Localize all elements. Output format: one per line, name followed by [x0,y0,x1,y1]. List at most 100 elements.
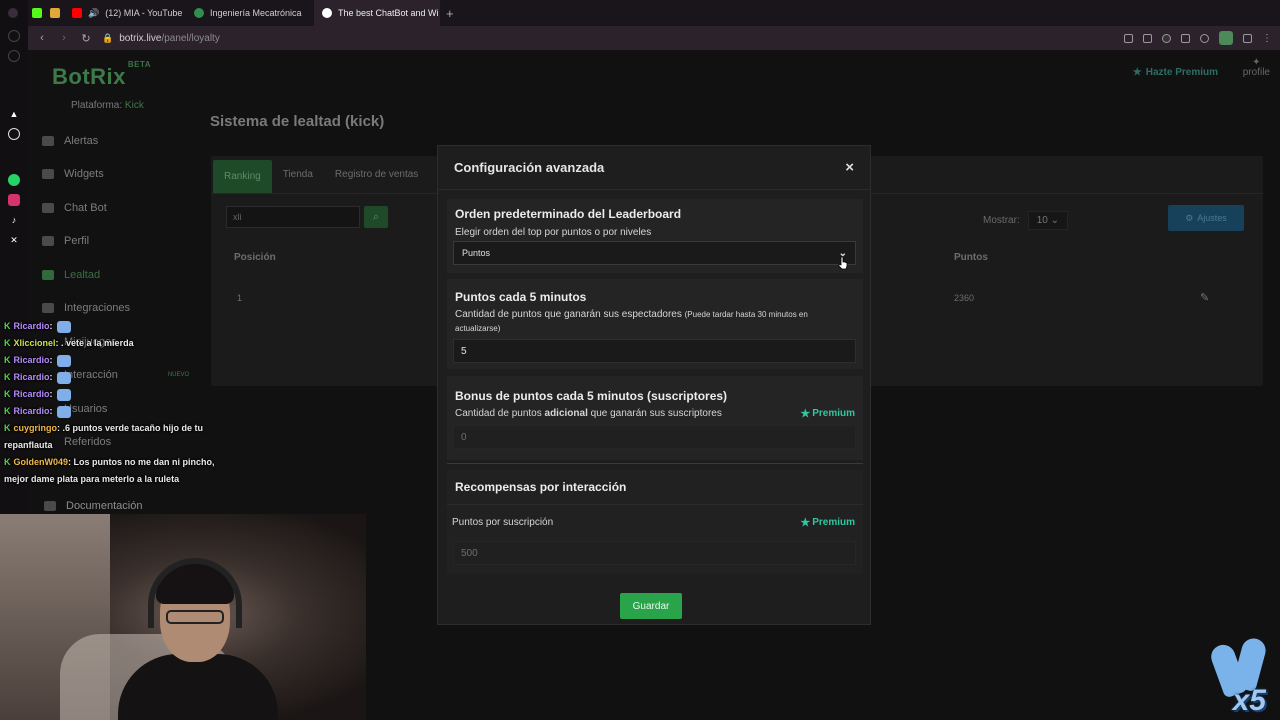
star-icon: ★ [800,408,811,420]
menu-icon[interactable]: ⋮ [1262,33,1272,44]
chat-message: K Ricardio: [0,369,226,386]
document-icon [44,501,56,511]
shield-icon[interactable] [1162,33,1171,43]
webcam-feed [0,514,366,720]
sidebar-item-perfil[interactable]: Perfil [40,225,200,259]
chat-username[interactable]: GoldenW049 [14,457,69,467]
emote-icon [56,388,71,401]
page-size-control: Mostrar: 10 ⌄ [983,211,1068,230]
tab-ingenieria[interactable]: Ingeniería Mecatrónica [186,0,314,26]
subscription-points-input[interactable]: 500 [453,541,856,565]
trophy-icon [42,269,54,280]
sidebar-item-lealtad[interactable]: Lealtad [40,258,200,292]
tab-registro-ventas[interactable]: Registro de ventas [324,156,429,193]
download-icon[interactable] [1243,33,1252,43]
kick-badge-icon: K [4,372,11,382]
profile-link[interactable]: ✦ profile [1243,58,1270,78]
address-bar[interactable]: 🔒 botrix.live/panel/loyalty [102,33,220,44]
heart-icon[interactable] [1200,33,1209,43]
modal-header: Configuración avanzada × [438,146,870,190]
kick-badge-icon: K [4,389,11,399]
speaker-icon[interactable]: 🔊 [88,8,99,19]
points-per-interval-section: Puntos cada 5 minutos Cantidad de puntos… [447,279,863,369]
sidebar-icon[interactable] [8,30,20,42]
globe-icon [194,8,204,18]
instagram-icon[interactable] [8,194,20,206]
chat-message: K Ricardio: [0,352,226,369]
chat-username[interactable]: Ricardio [14,389,50,399]
sidebar-icon[interactable] [8,50,20,62]
mouse-cursor-icon [838,256,848,270]
col-points: Puntos [954,252,988,263]
star-icon: ★ [800,517,811,529]
tab-botrix[interactable]: The best ChatBot and Wi [314,0,440,26]
leaderboard-order-select[interactable]: Puntos ⌄ [453,241,856,265]
reload-icon[interactable]: ↻ [80,32,92,45]
forward-icon[interactable]: › [58,32,70,44]
browser-menu[interactable] [0,0,28,26]
chat-username[interactable]: Ricardio [14,406,50,416]
url-path: /panel/loyalty [161,32,220,44]
cast-icon[interactable] [1181,33,1190,43]
sidebar-item-chatbot[interactable]: Chat Bot [40,191,200,225]
gear-icon: ⚙ [1185,212,1194,223]
close-icon[interactable]: × [845,159,854,176]
whatsapp-icon[interactable] [8,174,20,186]
chat-username[interactable]: cuygringo [14,423,58,433]
chat-username[interactable]: Xliccionel [14,338,56,348]
kick-badge-icon: K [4,355,11,365]
tiktok-icon[interactable]: ♪ [8,214,20,226]
back-icon[interactable]: ‹ [36,32,48,44]
premium-link[interactable]: ★ Hazte Premium [1133,67,1218,78]
integrations-icon [42,303,54,314]
bonus-input[interactable]: 0 [453,425,856,449]
page-size-select[interactable]: 10 ⌄ [1027,211,1068,230]
pinned-tab-icon [50,8,60,18]
x-icon[interactable]: ✕ [8,234,20,246]
profile-avatar-icon[interactable] [1219,31,1233,45]
sidebar-item-alertas[interactable]: Alertas [40,124,200,158]
points-title: Puntos cada 5 minutos [455,290,587,304]
bookmark-icon[interactable] [1124,33,1133,43]
points-input[interactable]: 5 [453,339,856,363]
screenshot-icon[interactable] [1143,33,1152,43]
chat-text: : [49,389,53,399]
chat-username[interactable]: Ricardio [14,321,50,331]
browser-tab-bar: 🔊 (12) MIA - YouTube Ingeniería Mecatrón… [0,0,1280,26]
browser-toolbar: ‹ › ↻ 🔒 botrix.live/panel/loyalty ⋮ [28,26,1280,50]
edit-icon[interactable]: ✎ [1200,291,1209,304]
new-tab-button[interactable]: + [440,6,460,21]
arc-icon[interactable]: ▲ [8,108,20,120]
chat-username[interactable]: Ricardio [14,372,50,382]
leaderboard-subtitle: Elegir orden del top por puntos o por ni… [455,227,652,238]
chat-message: K Ricardio: [0,386,226,403]
tab-ranking[interactable]: Ranking [213,160,272,193]
tab-pinned[interactable] [46,0,64,26]
chatgpt-icon[interactable] [8,128,20,140]
kick-badge-icon: K [4,321,11,331]
brand-logo[interactable]: BotRix BETA [52,60,151,90]
sidebar-item-documentacion[interactable]: Documentación [44,500,142,512]
settings-button[interactable]: ⚙ Ajustes [1168,205,1244,231]
bonus-subtitle: Cantidad de puntos adicional que ganarán… [455,408,722,419]
cell-points: 2360 [954,293,975,303]
chat-text: : [49,406,53,416]
tab-youtube[interactable]: 🔊 (12) MIA - YouTube [64,0,186,26]
tab-kick[interactable] [28,0,46,26]
save-button[interactable]: Guardar [620,593,682,619]
tab-tienda[interactable]: Tienda [272,156,324,193]
search-button[interactable]: ⌕ [364,206,388,228]
points-subtitle: Cantidad de puntos que ganarán sus espec… [455,309,808,333]
screen: 🔊 (12) MIA - YouTube Ingeniería Mecatrón… [0,0,1280,720]
chat-text: : [49,372,53,382]
premium-badge[interactable]: ★ Premium [800,407,855,420]
chat-text: : . vete a la mierda [55,338,134,348]
chat-text: : [49,355,53,365]
ranking-search-input[interactable]: xli [226,206,360,228]
chat-username[interactable]: Ricardio [14,355,50,365]
emote-icon [56,354,71,367]
premium-badge[interactable]: ★ Premium [800,516,855,529]
cell-position: 1 [237,293,243,303]
chat-text: : [49,321,53,331]
sidebar-item-widgets[interactable]: Widgets [40,158,200,192]
